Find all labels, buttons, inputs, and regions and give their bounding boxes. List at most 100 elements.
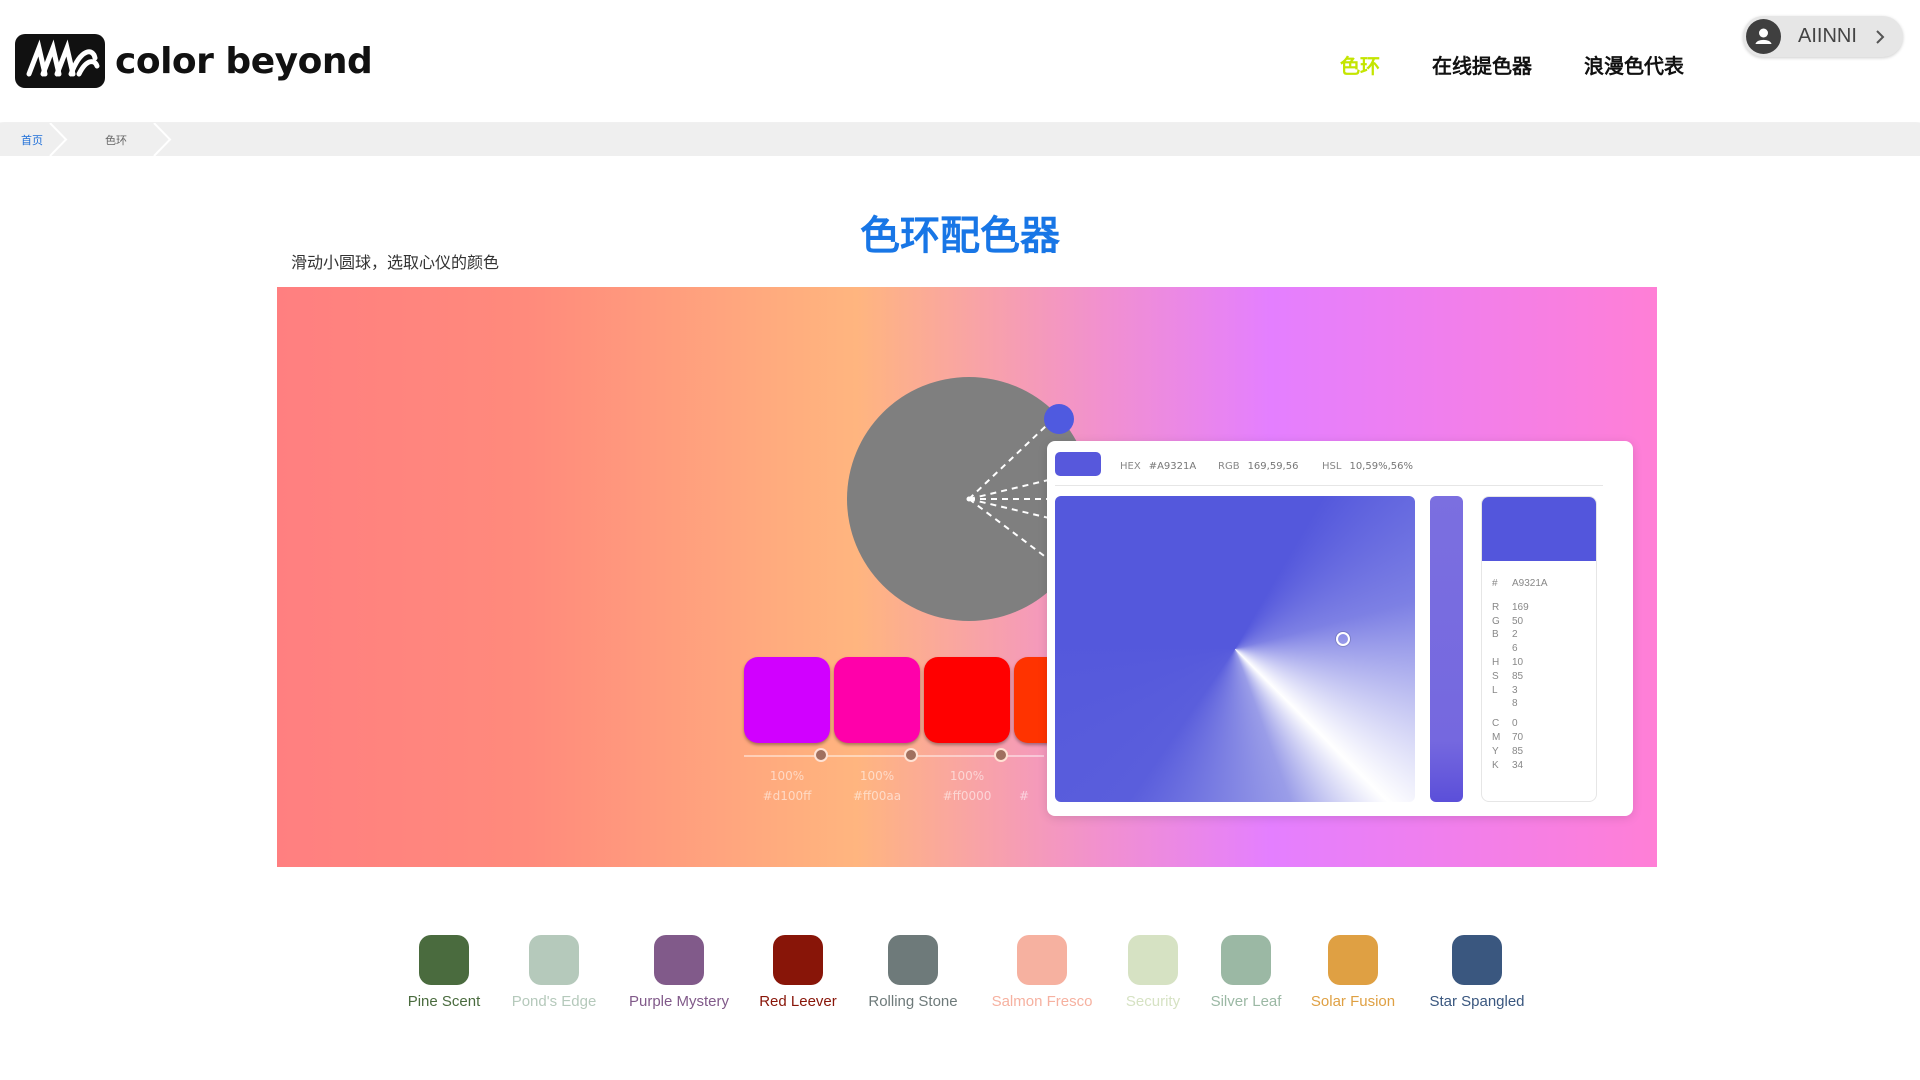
harmony-swatch[interactable] [744,657,830,743]
palette-item[interactable]: Purple Mystery [624,935,734,1010]
palette-name: Star Spangled [1429,993,1525,1010]
color-values: # A9321A R 169 G 50 B 2 6 H 10 S 85 L 3 8 C0 M… [1492,577,1548,772]
swatch-slider-handle[interactable] [814,748,828,762]
divider [1055,485,1603,486]
swatch-hex: # [1018,789,1030,803]
value-num: 0 [1512,718,1518,730]
page-subtitle: 滑动小圆球，选取心仪的颜色 [291,253,500,272]
value-num: 70 [1512,731,1524,743]
value-num: 2 [1512,629,1518,641]
nav-item-color-extractor[interactable]: 在线提色器 [1432,50,1532,79]
palette-item[interactable]: Solar Fusion [1306,935,1400,1010]
hsl-label: HSL [1322,461,1342,472]
nav-item-romantic-colors[interactable]: 浪漫色代表 [1584,50,1684,79]
value-num: 3 [1512,684,1518,696]
palette-item[interactable]: Silver Leaf [1206,935,1286,1010]
value-num: 8 [1512,698,1518,710]
swatch-pct: 100% [949,769,985,783]
palette-swatch [1128,935,1178,985]
palette-swatch [529,935,579,985]
palette-item[interactable]: Pine Scent [404,935,484,1010]
value-key: H [1492,656,1500,668]
rgb-field[interactable]: RGB 169,59,56 [1218,461,1298,472]
palette-name: Pond's Edge [511,993,597,1010]
value-num: 6 [1512,643,1518,655]
logo-mark-icon [15,34,105,88]
palette-name: Rolling Stone [868,993,958,1010]
user-menu-button[interactable]: AIINNI [1743,16,1903,57]
wheel-handle[interactable] [1044,404,1074,434]
avatar [1746,19,1781,54]
palette-item[interactable]: Pond's Edge [509,935,599,1010]
breadcrumb-home[interactable]: 首页 [21,132,43,148]
palette-swatch [1452,935,1502,985]
palette-name: Salmon Fresco [991,993,1093,1010]
user-name: AIINNI [1798,25,1857,47]
hex-value: #A9321A [1148,461,1197,472]
palette-name: Solar Fusion [1310,993,1396,1010]
hex-label: HEX [1120,461,1141,472]
palette-item[interactable]: Salmon Fresco [985,935,1099,1010]
breadcrumb-current: 色环 [105,134,127,147]
current-color-chip[interactable] [1055,452,1101,476]
swatch-slider-handle[interactable] [994,748,1008,762]
palette-item[interactable]: Star Spangled [1422,935,1532,1010]
palette-swatch [654,935,704,985]
user-icon [1755,28,1772,44]
value-key: Y [1492,745,1499,757]
saturation-brightness-area[interactable] [1055,496,1415,802]
detail-hex: A9321A [1512,578,1548,589]
swatch-hex: #ff00aa [852,789,902,803]
value-num: 34 [1512,759,1524,771]
value-key: M [1492,731,1501,743]
nav-item-color-wheel[interactable]: 色环 [1340,50,1380,79]
hsl-field[interactable]: HSL 10,59%,56% [1322,461,1413,472]
rgb-value: 169,59,56 [1247,461,1299,472]
swatch-slider-handle[interactable] [904,748,918,762]
swatch-pct: 100% [859,769,895,783]
palette-item[interactable]: Rolling Stone [863,935,963,1010]
hash-label: # [1492,578,1498,589]
swatch-pct: 100% [769,769,805,783]
value-key: B [1492,629,1499,641]
harmony-swatch[interactable] [834,657,920,743]
value-key: L [1492,684,1498,696]
palette-swatch [1221,935,1271,985]
value-key: S [1492,670,1499,682]
brand-name: color beyond [115,40,373,82]
brand-logo[interactable]: color beyond [15,34,373,88]
palette-swatch [1017,935,1067,985]
site-header: color beyond 色环 在线提色器 浪漫色代表 AIINNI [0,0,1920,122]
breadcrumb-separator-icon [49,123,68,156]
value-key: G [1492,615,1500,627]
page-title: 色环配色器 [860,213,1060,259]
value-num: 50 [1512,615,1524,627]
value-key [1492,697,1512,711]
value-num: 85 [1512,745,1524,757]
value-key: C [1492,718,1500,730]
rgb-label: RGB [1218,461,1240,472]
value-num: 10 [1512,656,1524,668]
palette-swatch [888,935,938,985]
palette-name: Red Leever [759,993,837,1010]
hue-slider[interactable] [1430,496,1463,802]
value-key: K [1492,759,1499,771]
picker-cursor[interactable] [1336,632,1350,646]
swatch-hex: #ff0000 [942,789,992,803]
color-preview [1482,497,1596,561]
breadcrumb-separator-icon [153,123,172,156]
breadcrumb: 首页 色环 [0,123,1920,156]
palette-name: Purple Mystery [628,993,730,1010]
value-num: 169 [1512,601,1529,613]
palette-item[interactable]: Red Leever [758,935,838,1010]
palette-name: Pine Scent [407,993,481,1010]
harmony-swatch[interactable] [924,657,1010,743]
hex-field[interactable]: HEX #A9321A [1120,461,1196,472]
palette-swatch [1328,935,1378,985]
value-num: 85 [1512,670,1524,682]
palette-item[interactable]: Security [1118,935,1188,1010]
palette-swatch [419,935,469,985]
swatch-hex: #d100ff [762,789,812,803]
value-key: R [1492,601,1500,613]
palette-name: Silver Leaf [1210,993,1282,1010]
